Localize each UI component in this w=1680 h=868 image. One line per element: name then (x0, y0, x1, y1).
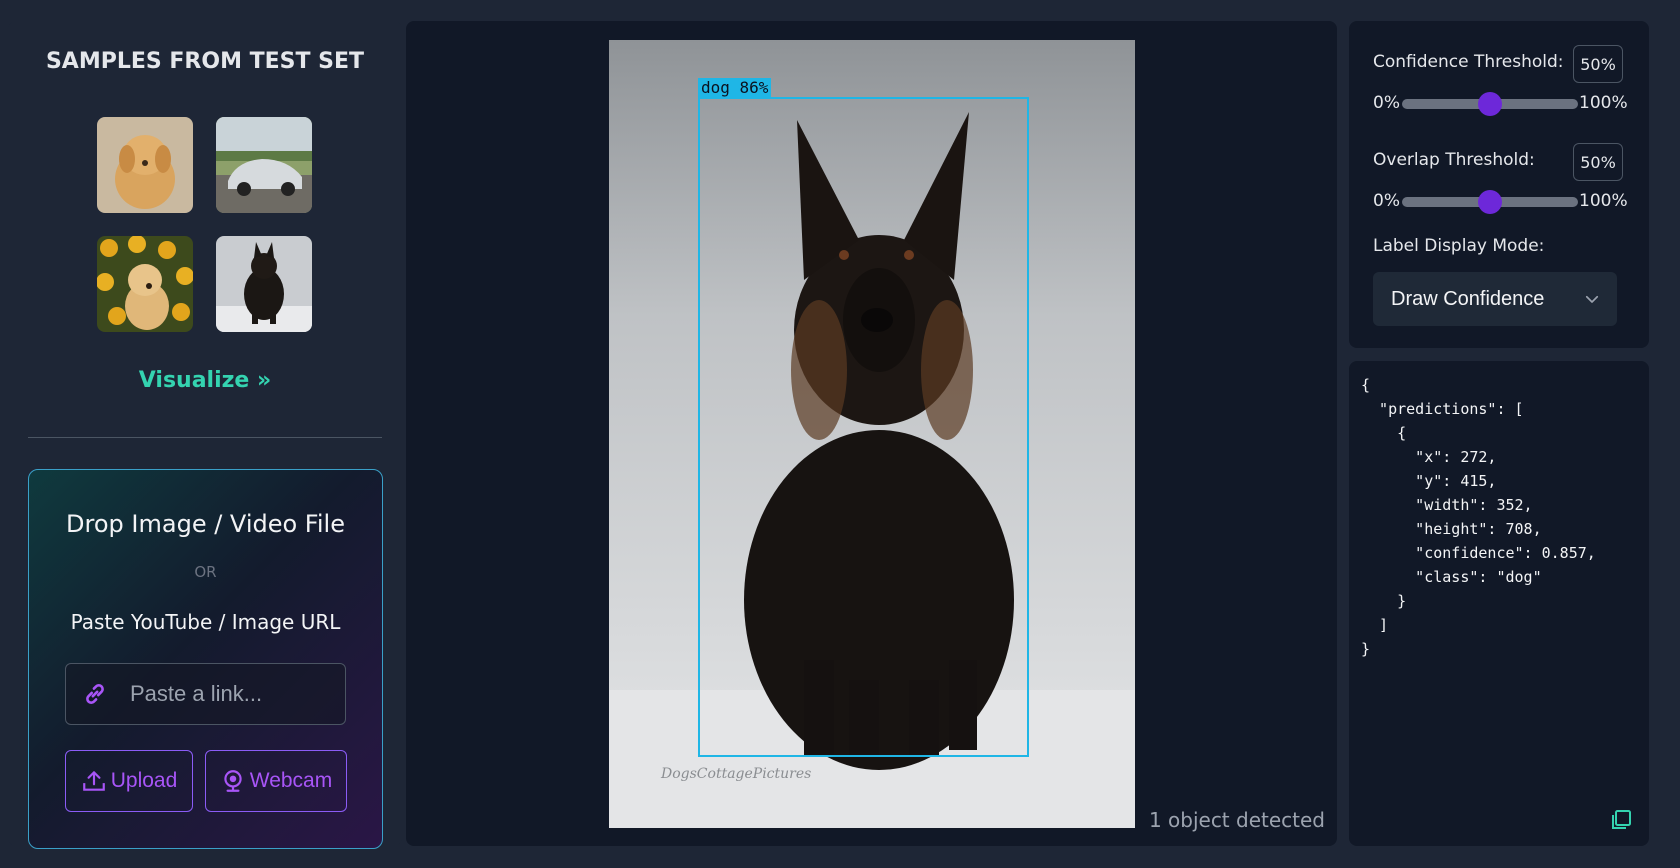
sample-thumb-car[interactable] (216, 117, 312, 213)
confidence-max: 100% (1579, 93, 1628, 113)
or-separator: OR (194, 563, 217, 581)
json-output-panel: { "predictions": [ { "x": 272, "y": 415,… (1349, 361, 1649, 846)
upload-icon (82, 771, 105, 791)
samples-title: SAMPLES FROM TEST SET (45, 49, 365, 74)
sample-thumb-black-dog[interactable] (216, 236, 312, 332)
overlap-max: 100% (1579, 191, 1628, 211)
overlap-slider[interactable] (1402, 190, 1578, 214)
visualize-button[interactable]: Visualize » (8, 368, 402, 393)
chevron-down-icon (1585, 295, 1599, 303)
confidence-label: Confidence Threshold: (1373, 52, 1564, 72)
confidence-slider[interactable] (1402, 92, 1578, 116)
sidebar-divider (28, 437, 382, 438)
overlap-slider-knob[interactable] (1478, 190, 1502, 214)
sample-thumb-golden-puppy[interactable] (97, 117, 193, 213)
confidence-value[interactable]: 50% (1573, 45, 1623, 83)
image-viewer: DogsCottagePictures dog 86% 1 object det… (406, 21, 1337, 846)
label-mode-label: Label Display Mode: (1373, 236, 1545, 256)
sample-thumb-sunflower-puppy[interactable] (97, 236, 193, 332)
overlap-value[interactable]: 50% (1573, 143, 1623, 181)
overlap-label: Overlap Threshold: (1373, 150, 1535, 170)
overlap-min: 0% (1373, 191, 1400, 211)
copy-icon[interactable] (1609, 808, 1633, 832)
detection-bbox (698, 97, 1029, 757)
sample-image (216, 236, 312, 332)
drop-zone[interactable]: Drop Image / Video File OR Paste YouTube… (28, 469, 383, 849)
upload-button[interactable]: Upload (65, 750, 193, 812)
link-icon (86, 684, 104, 704)
samples-sidebar: SAMPLES FROM TEST SET Visualize » Drop I… (8, 21, 402, 849)
upload-label: Upload (110, 769, 178, 792)
webcam-label: Webcam (249, 769, 333, 792)
detection-label: dog 86% (698, 78, 772, 98)
sample-image (97, 117, 193, 213)
detection-status: 1 object detected (1148, 808, 1325, 832)
label-mode-select[interactable]: Draw Confidence (1373, 272, 1617, 326)
drop-title: Drop Image / Video File (66, 510, 345, 538)
sample-image (216, 117, 312, 213)
sample-image (97, 236, 193, 332)
svg-text:DogsCottagePictures: DogsCottagePictures (660, 766, 811, 782)
confidence-min: 0% (1373, 93, 1400, 113)
controls-panel: Confidence Threshold: 50% 0% 100% Overla… (1349, 21, 1649, 348)
paste-url-label: Paste YouTube / Image URL (70, 610, 341, 634)
json-output: { "predictions": [ { "x": 272, "y": 415,… (1361, 376, 1596, 658)
confidence-slider-knob[interactable] (1478, 92, 1502, 116)
label-mode-value: Draw Confidence (1391, 287, 1545, 310)
webcam-button[interactable]: Webcam (205, 750, 347, 812)
url-input-box[interactable] (65, 663, 346, 725)
webcam-icon (224, 770, 242, 792)
url-input[interactable] (130, 676, 330, 712)
result-image: DogsCottagePictures dog 86% (609, 40, 1135, 828)
